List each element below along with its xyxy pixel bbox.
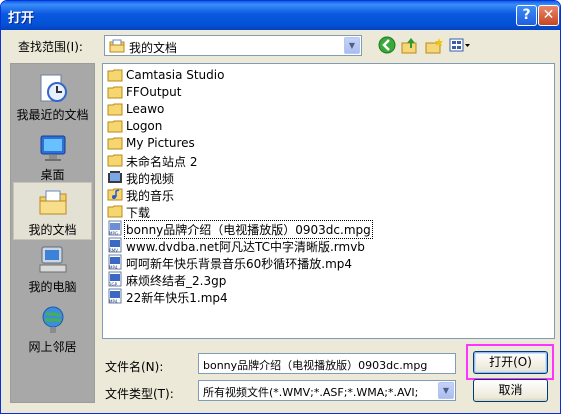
place-label: 我的文档 [28,223,77,237]
dialog-title: 打开 [8,11,35,26]
back-icon[interactable] [377,36,397,56]
open-dialog: 打开 ? ✕ 查找范围(I): 我的文档 ▼ 我最近的文档 桌面 我的文档 我的… [0,0,561,414]
help-button[interactable]: ? [516,5,537,26]
place-label: 桌面 [40,168,65,182]
close-button[interactable]: ✕ [538,5,559,26]
place-label: 我最近的文档 [16,108,89,122]
svg-text:MPG: MPG [109,231,118,236]
place-desktop[interactable]: 桌面 [13,128,92,186]
3gp-file-icon: 3GP [107,271,123,287]
chevron-down-icon[interactable]: ▼ [344,37,360,54]
network-places-icon [37,304,69,336]
title-bar[interactable]: 打开 ? ✕ [1,1,560,30]
mp4-file-icon: MP4 [107,254,123,270]
filetype-label: 文件类型(T): [105,387,174,401]
desktop-icon [37,132,69,164]
place-my-computer[interactable]: 我的电脑 [13,240,92,298]
open-button[interactable]: 打开(O) [473,351,548,374]
rmvb-file-icon: RMV [107,237,123,253]
place-network[interactable]: 网上邻居 [13,300,92,358]
folder-icon [107,135,123,151]
video-folder-icon [107,169,123,185]
folder-icon [107,152,123,168]
svg-text:MP4: MP4 [109,265,118,270]
mpg-file-icon: MPG [107,220,123,236]
folder-icon [107,101,123,117]
folder-icon [107,84,123,100]
filename-input[interactable]: bonny品牌介绍（电视播放版）0903dc.mpg [198,353,456,374]
place-my-documents[interactable]: 我的文档 [13,182,92,240]
look-in-dropdown[interactable]: 我的文档 ▼ [104,35,362,56]
my-documents-icon [37,187,69,219]
place-label: 网上邻居 [28,340,77,354]
look-in-value: 我的文档 [129,41,178,55]
svg-text:3GP: 3GP [109,282,118,287]
folder-icon [107,67,123,83]
up-folder-icon[interactable] [400,36,420,56]
filetype-dropdown[interactable]: 所有视频文件(*.WMV;*.ASF;*.WMA;*.AVI; ▼ [198,380,456,401]
place-recent-documents[interactable]: 我最近的文档 [13,68,92,126]
music-folder-icon [107,186,123,202]
folder-icon [107,118,123,134]
new-folder-icon[interactable] [424,36,444,56]
svg-text:MP4: MP4 [109,299,118,304]
places-bar: 我最近的文档 桌面 我的文档 我的电脑 网上邻居 [10,63,95,403]
file-list[interactable]: Camtasia Studio FFOutput Leawo Logon My … [102,63,555,339]
folder-icon [107,203,123,219]
cancel-button[interactable]: 取消 [473,379,548,402]
chevron-down-icon[interactable]: ▼ [438,382,454,399]
my-computer-icon [37,244,69,276]
place-label: 我的电脑 [28,280,77,294]
mp4-file-icon: MP4 [107,288,123,304]
look-in-label: 查找范围(I): [18,40,83,54]
recent-documents-icon [37,72,69,104]
filename-label: 文件名(N): [105,360,164,374]
my-documents-small-icon [109,38,125,57]
svg-text:RMV: RMV [109,248,118,253]
view-menu-icon[interactable] [448,36,472,56]
